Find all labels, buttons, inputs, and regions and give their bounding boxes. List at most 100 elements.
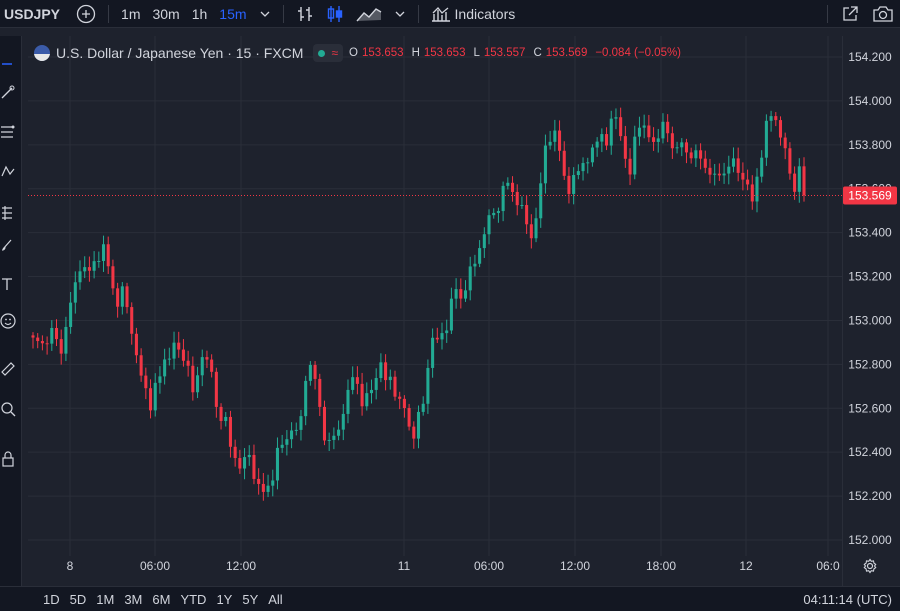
candle-body: [54, 327, 59, 340]
x-tick-label: 06:0: [816, 559, 840, 573]
y-tick-label: 152.200: [848, 489, 892, 503]
candle-body: [459, 289, 463, 299]
candle-body: [271, 480, 275, 486]
y-tick-label: 154.200: [848, 50, 892, 64]
candle-body: [581, 163, 585, 172]
gear-icon[interactable]: [862, 558, 878, 574]
candle-body: [642, 125, 646, 128]
utc-clock[interactable]: 04:11:14 (UTC): [803, 592, 892, 607]
range-1d[interactable]: 1D: [38, 592, 65, 607]
candle-body: [346, 389, 350, 414]
candle-body: [163, 359, 167, 377]
candle-body: [609, 118, 613, 146]
candle-body: [454, 289, 458, 299]
range-1y[interactable]: 1Y: [211, 592, 237, 607]
candle-body: [139, 355, 143, 376]
x-tick-label: 06:00: [474, 559, 504, 573]
candle-body: [774, 116, 778, 121]
x-tick-label: 12:00: [226, 559, 256, 573]
y-tick-label: 152.400: [848, 445, 892, 459]
candle-body: [261, 483, 265, 492]
candle-body: [793, 173, 797, 192]
candle-body: [322, 406, 327, 441]
candle-body: [196, 375, 200, 393]
symbol-title[interactable]: U.S. Dollar / Japanese Yen · 15 · FXCM: [56, 45, 303, 61]
y-tick-label: 152.600: [848, 401, 892, 415]
candle-body: [680, 142, 684, 148]
candle-body: [280, 444, 284, 448]
candle-body: [327, 439, 331, 441]
wave-icon: ≈: [331, 46, 339, 60]
candle-body: [708, 167, 712, 175]
candle-body: [797, 166, 801, 192]
candle-body: [120, 286, 124, 307]
range-all[interactable]: All: [263, 592, 287, 607]
candle-body: [558, 130, 562, 151]
candle-body: [101, 244, 106, 261]
range-5d[interactable]: 5D: [65, 592, 92, 607]
x-tick-label: 18:00: [646, 559, 676, 573]
y-tick-label: 153.200: [848, 270, 892, 284]
range-6m[interactable]: 6M: [147, 592, 175, 607]
candle-body: [628, 158, 632, 175]
market-status-badge[interactable]: ≈: [313, 44, 344, 62]
y-tick-label: 153.400: [848, 226, 892, 240]
candle-body: [783, 137, 787, 149]
candle-body: [652, 137, 656, 142]
candle-body: [492, 212, 496, 216]
candle-body: [149, 388, 153, 411]
candle-body: [501, 185, 505, 212]
candle-body: [384, 362, 388, 381]
candle-body: [760, 157, 764, 177]
last-price-label: 153.569: [848, 189, 892, 203]
range-ytd[interactable]: YTD: [175, 592, 211, 607]
candle-body: [741, 172, 745, 180]
candle-body: [788, 148, 792, 174]
y-tick-label: 152.000: [848, 533, 892, 547]
close-value: 153.569: [545, 47, 588, 59]
candle-body: [778, 120, 783, 138]
candle-body: [656, 138, 660, 142]
candle-body: [266, 485, 270, 492]
candle-body: [520, 205, 524, 207]
candle-body: [191, 365, 195, 393]
candle-body: [736, 158, 740, 173]
candle-body: [633, 136, 637, 175]
candle-body: [238, 458, 242, 469]
candle-body: [351, 377, 355, 390]
candle-body: [684, 142, 688, 153]
range-1m[interactable]: 1M: [91, 592, 119, 607]
candle-body: [727, 166, 731, 174]
candle-body: [50, 327, 54, 344]
candle-body: [567, 175, 571, 194]
candle-body: [543, 145, 547, 184]
candle-body: [275, 447, 279, 481]
candle-body: [572, 175, 576, 194]
candle-body: [562, 150, 566, 176]
range-3m[interactable]: 3M: [119, 592, 147, 607]
y-tick-label: 152.800: [848, 357, 892, 371]
candle-body: [247, 454, 251, 458]
candlestick-chart[interactable]: 154.200154.000153.800153.600153.400153.2…: [0, 0, 900, 611]
candle-body: [111, 266, 115, 289]
candle-body: [285, 439, 289, 445]
y-tick-label: 153.800: [848, 138, 892, 152]
candle-body: [445, 330, 449, 334]
candle-body: [125, 286, 129, 308]
x-tick-label: 12:00: [560, 559, 590, 573]
candle-body: [600, 134, 604, 142]
range-5y[interactable]: 5Y: [237, 592, 263, 607]
candle-body: [78, 271, 82, 283]
candle-body: [431, 337, 435, 368]
candle-body: [586, 162, 590, 164]
candle-body: [64, 326, 68, 354]
candle-body: [365, 393, 369, 407]
candle-body: [713, 173, 717, 175]
candle-body: [421, 403, 425, 412]
candle-body: [308, 364, 312, 381]
candle-body: [478, 248, 482, 264]
candle-body: [670, 133, 674, 149]
candle-body: [393, 376, 397, 397]
candle-body: [675, 147, 679, 149]
candle-body: [158, 376, 162, 383]
